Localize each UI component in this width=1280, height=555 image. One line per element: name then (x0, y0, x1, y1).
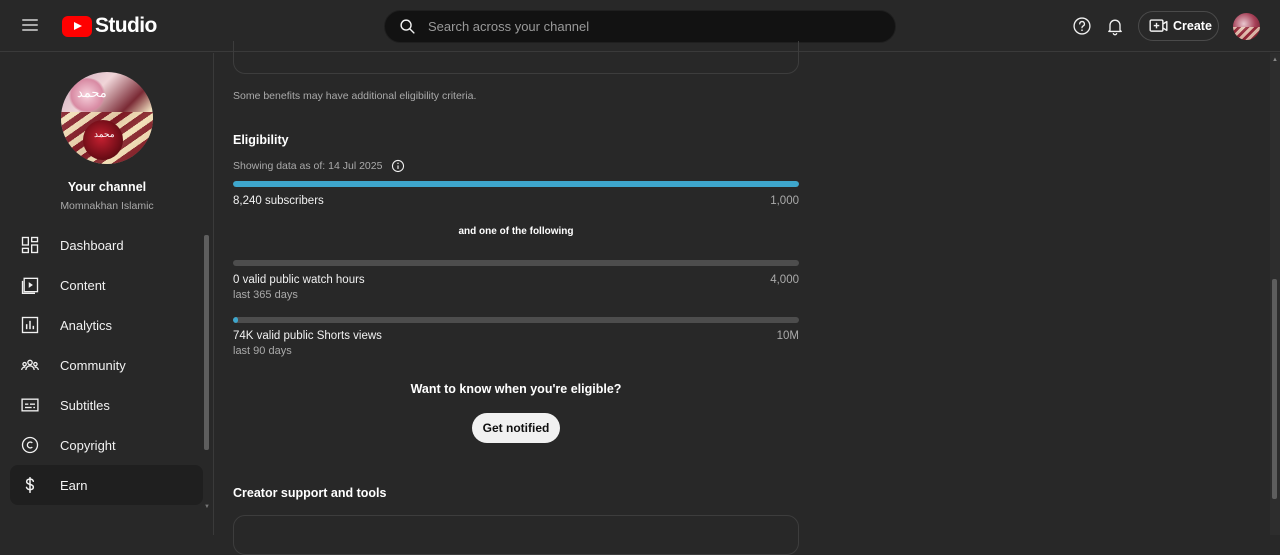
sidebar-item-analytics[interactable]: Analytics (10, 305, 203, 345)
sidebar-item-label: Earn (60, 477, 88, 493)
eligibility-question: Want to know when you're eligible? (410, 382, 622, 396)
channel-avatar[interactable]: محمد محمد (61, 72, 153, 164)
dashboard-icon (21, 236, 39, 254)
sidebar-item-label: Subtitles (60, 397, 110, 413)
creator-support-title: Creator support and tools (233, 486, 387, 500)
sidebar-item-label: Copyright (60, 437, 116, 453)
page-scroll-thumb[interactable] (1272, 279, 1277, 499)
sidebar-item-label: Dashboard (60, 237, 124, 253)
watch-hours-period: last 365 days (233, 289, 298, 301)
help-icon[interactable] (1072, 16, 1092, 36)
data-as-of: Showing data as of: 14 Jul 2025 (233, 159, 405, 173)
subscribers-progress-bar (233, 181, 799, 187)
benefits-card (233, 41, 799, 74)
search-bar[interactable] (384, 10, 896, 43)
sidebar-item-label: Community (60, 357, 126, 373)
shorts-views-target: 10M (776, 330, 799, 342)
search-input[interactable] (428, 19, 895, 34)
main-content: Some benefits may have additional eligib… (215, 41, 1270, 555)
sidebar-item-copyright[interactable]: Copyright (10, 425, 203, 465)
subscribers-label: 8,240 subscribers (233, 195, 324, 207)
sidebar-item-subtitles[interactable]: Subtitles (10, 385, 203, 425)
watch-hours-label: 0 valid public watch hours (233, 274, 365, 286)
analytics-icon (21, 316, 39, 334)
create-video-icon (1149, 19, 1168, 32)
benefit-note: Some benefits may have additional eligib… (233, 90, 477, 102)
subtitles-icon (21, 398, 39, 412)
subscribers-progress-fill (233, 181, 799, 187)
content-icon (21, 277, 39, 294)
sidebar-nav: Dashboard Content Analytics Community Su… (10, 225, 203, 505)
channel-name: Your channel (67, 180, 147, 194)
channel-handle: Momnakhan Islamic (60, 200, 154, 212)
shorts-views-progress-bar (233, 317, 799, 323)
creator-support-card (233, 515, 799, 555)
sidebar: محمد محمد Your channel Momnakhan Islamic… (0, 53, 214, 535)
sidebar-scrollbar[interactable] (204, 235, 209, 450)
shorts-views-period: last 90 days (233, 345, 292, 357)
notifications-bell-icon[interactable] (1105, 16, 1125, 36)
page-scrollbar[interactable]: ▲ (1270, 53, 1280, 535)
create-button[interactable]: Create (1138, 11, 1219, 41)
create-label: Create (1173, 19, 1212, 33)
watch-hours-progress-bar (233, 260, 799, 266)
shorts-views-progress-fill (233, 317, 238, 323)
sidebar-item-dashboard[interactable]: Dashboard (10, 225, 203, 265)
sidebar-item-label: Analytics (60, 317, 113, 333)
get-notified-button[interactable]: Get notified (472, 413, 560, 443)
menu-icon[interactable] (20, 16, 42, 36)
watch-hours-target: 4,000 (770, 274, 799, 286)
scroll-up-icon[interactable]: ▲ (1272, 57, 1278, 63)
sidebar-item-community[interactable]: Community (10, 345, 203, 385)
sidebar-scroll-down-icon[interactable]: ▼ (204, 504, 210, 510)
logo-text: Studio (95, 14, 157, 37)
community-icon (21, 359, 39, 371)
subscribers-target: 1,000 (770, 195, 799, 207)
dollar-icon (25, 477, 35, 493)
eligibility-title: Eligibility (233, 133, 289, 147)
sidebar-item-content[interactable]: Content (10, 265, 203, 305)
data-as-of-text: Showing data as of: 14 Jul 2025 (233, 160, 383, 172)
youtube-play-icon (62, 15, 92, 37)
search-icon (400, 19, 415, 34)
studio-logo[interactable]: Studio (62, 14, 157, 38)
and-one-following: and one of the following (458, 226, 574, 237)
sidebar-item-earn[interactable]: Earn (10, 465, 203, 505)
shorts-views-label: 74K valid public Shorts views (233, 330, 382, 342)
sidebar-item-label: Content (60, 277, 106, 293)
account-avatar[interactable] (1233, 13, 1260, 40)
info-icon[interactable] (391, 159, 405, 173)
copyright-icon (21, 436, 39, 454)
